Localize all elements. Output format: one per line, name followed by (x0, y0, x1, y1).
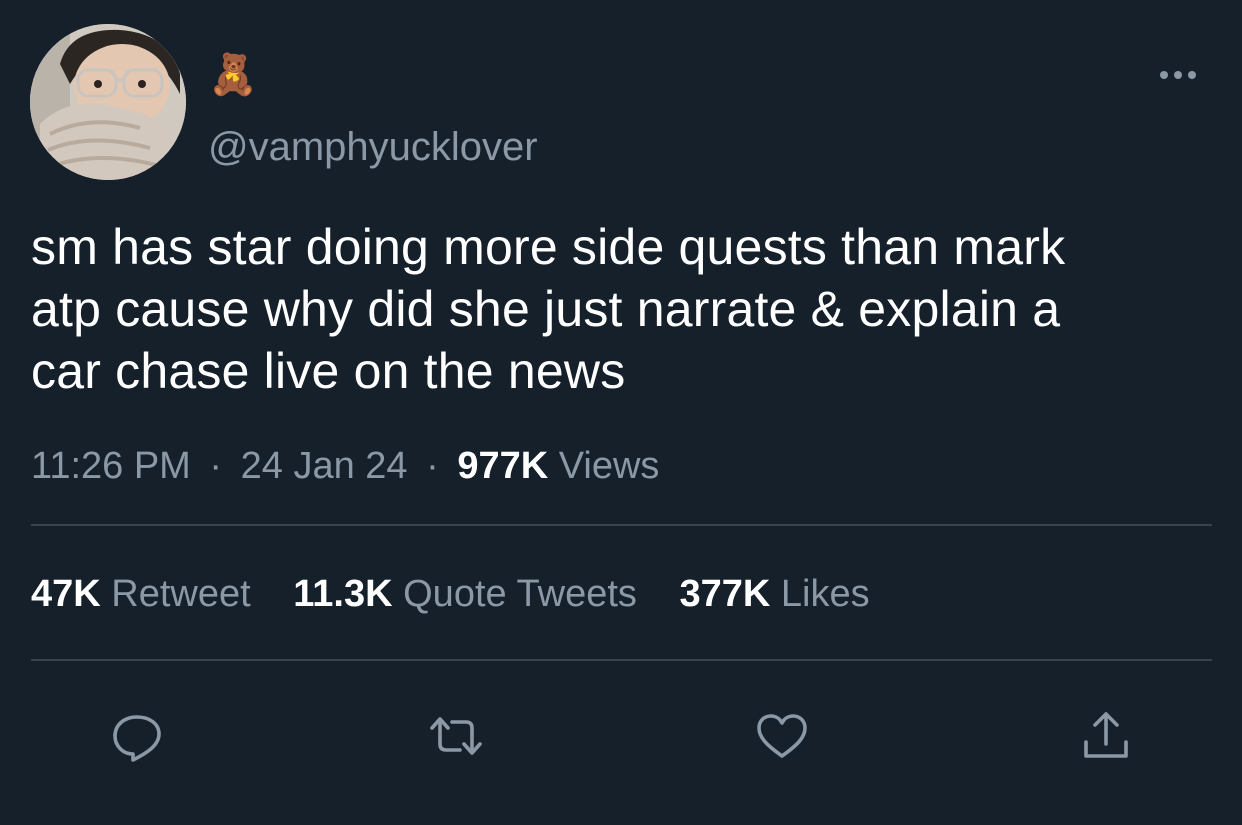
more-horizontal-icon[interactable] (1156, 60, 1200, 90)
tweet-stats: 47K Retweet 11.3K Quote Tweets 377K Like… (31, 570, 902, 618)
views-label: Views (558, 445, 660, 487)
heart-icon[interactable] (754, 708, 810, 764)
likes-label: Likes (780, 573, 870, 615)
divider (31, 659, 1212, 661)
views-count: 977K (457, 445, 549, 487)
tweet-meta: 11:26 PM · 24 Jan 24 · 977K Views (31, 442, 659, 490)
retweets-stat[interactable]: 47K Retweet (31, 573, 251, 615)
likes-count: 377K (679, 573, 771, 615)
views[interactable]: 977K Views (457, 445, 659, 487)
divider (31, 524, 1212, 526)
retweet-icon[interactable] (428, 708, 484, 764)
retweets-label: Retweet (111, 573, 251, 615)
display-name[interactable]: 🧸 (208, 52, 258, 98)
quotes-count: 11.3K (293, 573, 393, 615)
likes-stat[interactable]: 377K Likes (679, 573, 869, 615)
meta-separator: · (426, 445, 439, 487)
retweets-count: 47K (31, 573, 101, 615)
quotes-stat[interactable]: 11.3K Quote Tweets (293, 573, 637, 615)
tweet-time: 11:26 PM (31, 445, 191, 487)
avatar[interactable] (30, 24, 186, 180)
reply-icon[interactable] (109, 708, 165, 764)
tweet-date: 24 Jan 24 (240, 445, 408, 487)
quotes-label: Quote Tweets (403, 573, 637, 615)
meta-separator: · (209, 445, 223, 487)
avatar-photo (30, 24, 186, 180)
share-icon[interactable] (1078, 708, 1134, 764)
tweet-detail: 🧸 @vamphyucklover sm has star doing more… (0, 0, 1242, 825)
tweet-text: sm has star doing more side quests than … (31, 219, 1066, 399)
user-handle[interactable]: @vamphyucklover (208, 124, 538, 170)
